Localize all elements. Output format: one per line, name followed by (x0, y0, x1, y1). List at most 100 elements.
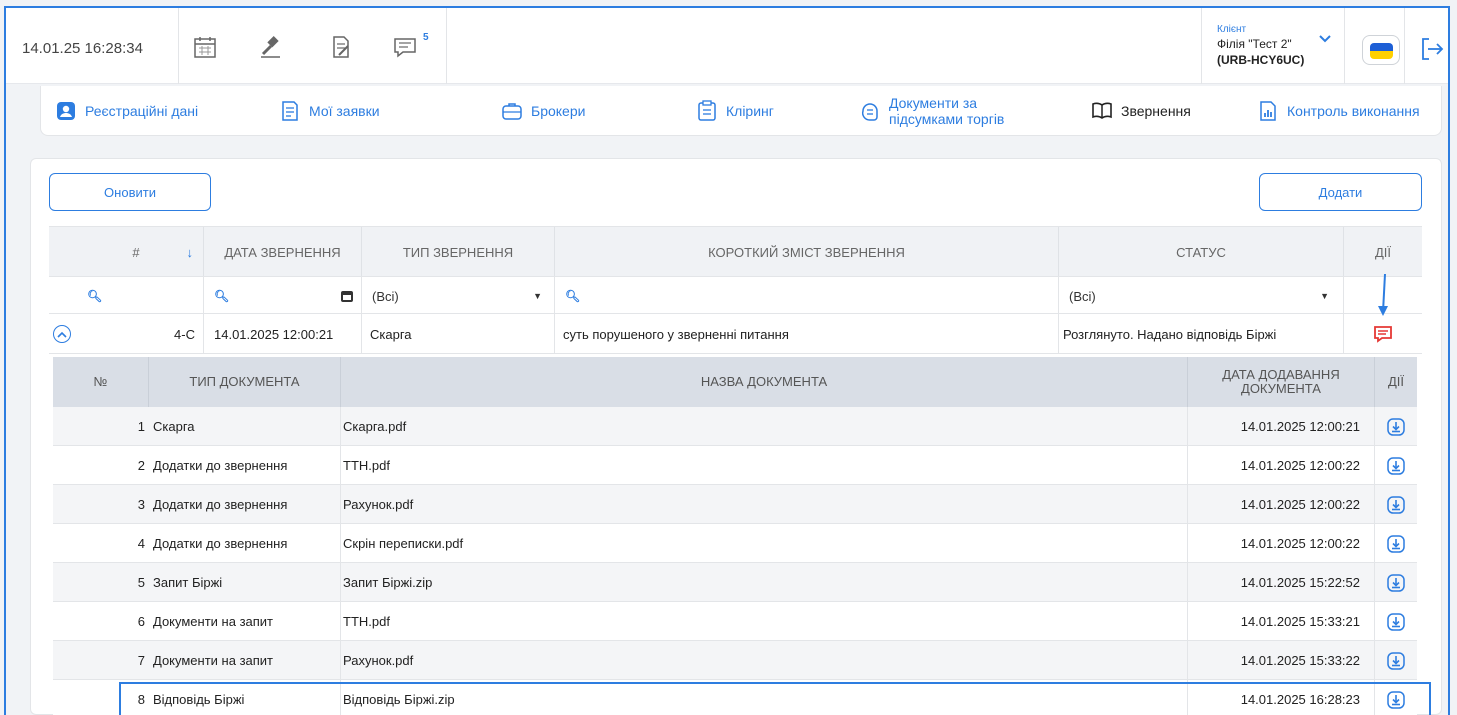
filter-status-select[interactable]: (Всі) ▼ (1059, 277, 1344, 315)
doc-name: Рахунок.pdf (341, 641, 1188, 680)
nav-clearing[interactable]: Кліринг (696, 86, 774, 136)
doc-name: Скрін переписки.pdf (341, 524, 1188, 563)
doc-date: 14.01.2025 15:33:21 (1188, 602, 1375, 641)
nav-execution-control[interactable]: Контроль виконання (1257, 86, 1420, 136)
briefcase-icon (501, 100, 523, 122)
flag-icon (1370, 43, 1393, 59)
download-icon[interactable] (1375, 485, 1417, 524)
nav-label: Реєстраційні дані (85, 103, 199, 119)
column-status[interactable]: СТАТУС (1059, 227, 1344, 277)
row-date: 14.01.2025 12:00:21 (204, 314, 362, 354)
doc-type: Запит Біржі (149, 563, 341, 602)
document-row[interactable]: 1 Скарга Скарга.pdf 14.01.2025 12:00:21 (53, 407, 1417, 446)
filter-value: (Всі) (372, 288, 399, 304)
doc-date: 14.01.2025 12:00:22 (1188, 524, 1375, 563)
column-doc-date: ДАТА ДОДАВАННЯ ДОКУМЕНТА (1188, 357, 1375, 407)
row-status: Розглянуто. Надано відповідь Біржі (1059, 314, 1344, 354)
language-button[interactable] (1362, 35, 1400, 65)
chart-icon (1257, 100, 1279, 122)
download-icon[interactable] (1375, 446, 1417, 485)
messages-icon[interactable] (392, 34, 418, 60)
table-row[interactable]: 4-С 14.01.2025 12:00:21 Скарга суть пору… (49, 314, 1422, 354)
doc-number: 4 (137, 536, 145, 551)
client-name: Філія "Тест 2" (1217, 37, 1292, 51)
nav-label: Звернення (1121, 103, 1191, 119)
doc-type: Додатки до звернення (149, 524, 341, 563)
column-summary[interactable]: КОРОТКИЙ ЗМІСТ ЗВЕРНЕННЯ (555, 227, 1059, 277)
documents-header: № ТИП ДОКУМЕНТА НАЗВА ДОКУМЕНТА ДАТА ДОД… (53, 357, 1417, 407)
logout-icon[interactable] (1420, 36, 1444, 65)
nav-label: Мої заявки (309, 103, 380, 119)
doc-type: Відповідь Біржі (149, 680, 341, 715)
document-row[interactable]: 8 Відповідь Біржі Відповідь Біржі.zip 14.01… (53, 680, 1417, 715)
doc-type: Документи на запит (149, 602, 341, 641)
download-icon[interactable] (1375, 563, 1417, 602)
document-row[interactable]: 4 Додатки до звернення Скрін переписки.pdf… (53, 524, 1417, 563)
doc-date: 14.01.2025 16:28:23 (1188, 680, 1375, 715)
download-icon[interactable] (1375, 602, 1417, 641)
search-icon: 🔍︎ (214, 289, 230, 303)
list-icon (279, 100, 301, 122)
doc-number: 7 (137, 653, 145, 668)
doc-type: Додатки до звернення (149, 446, 341, 485)
column-number[interactable]: # ↓ (49, 227, 204, 277)
row-number-cell: 4-С (49, 314, 204, 354)
search-icon: 🔍︎ (565, 289, 581, 303)
filter-date[interactable]: 🔍︎ (204, 277, 362, 315)
doc-date: 14.01.2025 15:33:22 (1188, 641, 1375, 680)
doc-name: Скарга.pdf (341, 407, 1188, 446)
download-icon[interactable] (1375, 641, 1417, 680)
calendar-icon[interactable] (341, 290, 353, 302)
refresh-button[interactable]: Оновити (49, 173, 211, 211)
doc-number: 6 (137, 614, 145, 629)
filter-summary[interactable]: 🔍︎ (555, 277, 1059, 315)
document-edit-icon[interactable] (328, 34, 354, 60)
search-icon: 🔍︎ (87, 289, 103, 303)
doc-date: 14.01.2025 15:22:52 (1188, 563, 1375, 602)
divider (446, 8, 447, 84)
nav-trade-documents[interactable]: Документи за підсумками торгів (859, 86, 1004, 136)
client-selector[interactable]: Клієнт Філія "Тест 2" (URB-HCY6UC) (1217, 24, 1304, 67)
download-icon[interactable] (1375, 524, 1417, 563)
column-actions: ДІЇ (1374, 244, 1392, 260)
document-row[interactable]: 6 Документи на запит ТТН.pdf 14.01.2025 15:… (53, 602, 1417, 641)
document-row[interactable]: 2 Додатки до звернення ТТН.pdf 14.01.2025 1… (53, 446, 1417, 485)
filter-value: (Всі) (1069, 288, 1096, 304)
column-doc-name: НАЗВА ДОКУМЕНТА (341, 357, 1188, 407)
filter-number[interactable]: 🔍︎ (49, 277, 204, 315)
doc-type: Скарга (149, 407, 341, 446)
doc-name: ТТН.pdf (341, 602, 1188, 641)
chevron-down-icon[interactable] (1319, 32, 1331, 47)
nav-registration[interactable]: Реєстраційні дані (55, 86, 198, 136)
add-button[interactable]: Додати (1259, 173, 1422, 211)
document-row[interactable]: 7 Документи на запит Рахунок.pdf 14.01.2025… (53, 641, 1417, 680)
clipboard-icon (696, 100, 718, 122)
messages-badge: 5 (423, 32, 429, 43)
nav-label: Брокери (531, 103, 586, 119)
doc-date: 14.01.2025 12:00:22 (1188, 446, 1375, 485)
column-type[interactable]: ТИП ЗВЕРНЕННЯ (362, 227, 555, 277)
document-row[interactable]: 5 Запит Біржі Запит Біржі.zip 14.01.2025 15… (53, 563, 1417, 602)
download-icon[interactable] (1375, 680, 1417, 715)
download-icon[interactable] (1375, 407, 1417, 446)
collapse-icon[interactable] (53, 325, 71, 343)
doc-number: 2 (137, 458, 145, 473)
nav-brokers[interactable]: Брокери (501, 86, 585, 136)
doc-number: 8 (137, 692, 145, 707)
sort-arrow-icon[interactable]: ↓ (187, 245, 194, 260)
calendar-icon[interactable] (192, 34, 218, 60)
doc-number: 3 (137, 497, 145, 512)
doc-name: Рахунок.pdf (341, 485, 1188, 524)
doc-name: Запит Біржі.zip (341, 563, 1188, 602)
column-doc-actions: ДІЇ (1387, 374, 1405, 389)
filter-type-select[interactable]: (Всі) ▼ (362, 277, 555, 315)
nav-my-orders[interactable]: Мої заявки (279, 86, 380, 136)
nav-appeals[interactable]: Звернення (1091, 86, 1191, 136)
book-icon (1091, 100, 1113, 122)
nav-label: Кліринг (726, 103, 774, 119)
row-summary: суть порушеного у зверненні питання (555, 314, 1059, 354)
column-label: # (132, 244, 140, 260)
gavel-icon[interactable] (258, 34, 284, 60)
document-row[interactable]: 3 Додатки до звернення Рахунок.pdf 14.01.20… (53, 485, 1417, 524)
column-date[interactable]: ДАТА ЗВЕРНЕННЯ (204, 227, 362, 277)
